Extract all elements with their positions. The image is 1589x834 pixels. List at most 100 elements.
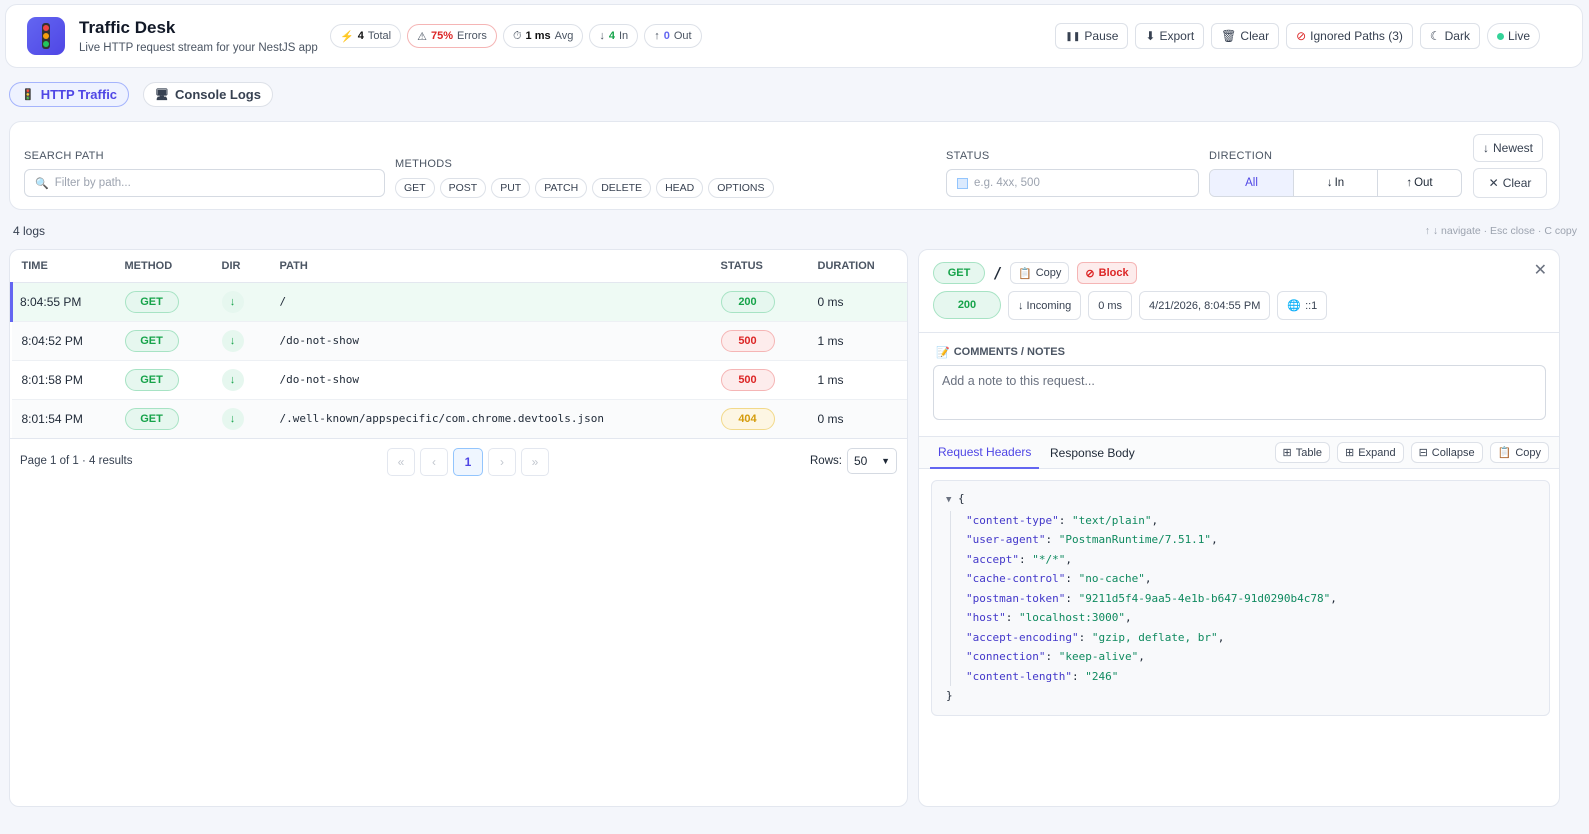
status-badge: 500 — [720, 329, 775, 352]
traffic-light-icon: 🚦 — [21, 89, 35, 101]
method-chip-get[interactable]: GET — [395, 178, 435, 198]
stat-in: ↓ 4 In — [589, 24, 639, 48]
next-page-button[interactable]: › — [488, 448, 516, 476]
notes-icon: 📝 — [936, 347, 950, 359]
column-method[interactable]: METHOD — [114, 250, 212, 283]
notes-textarea[interactable]: Add a note to this request... — [933, 365, 1546, 420]
detail-panel: GET / 📋 Copy ⊘ Block ✕ 200 ↓ Incoming 0 ms… — [918, 249, 1560, 807]
column-time[interactable]: TIME — [11, 250, 115, 283]
direction-in[interactable]: ↓ In — [1294, 170, 1378, 196]
block-button[interactable]: ⊘ Block — [1077, 262, 1137, 284]
direction-out[interactable]: ↑ Out — [1378, 170, 1461, 196]
status-badge: 500 — [720, 368, 775, 391]
stat-total: ⚡ 4 Total — [330, 24, 402, 48]
copy-json-button[interactable]: 📋 Copy — [1489, 442, 1549, 463]
incoming-arrow-icon: ↓ — [221, 290, 244, 313]
json-viewer: ▼ { "content-type": "text/plain", "user-… — [931, 480, 1550, 716]
detail-path: / — [993, 264, 1003, 282]
detail-meta: 200 ↓ Incoming 0 ms 4/21/2026, 8:04:55 P… — [933, 291, 1328, 320]
json-line: "connection": "keep-alive", — [966, 650, 1145, 663]
clipboard-icon: 📋 — [1497, 447, 1512, 459]
pause-button[interactable]: ❚❚ Pause — [1055, 23, 1129, 49]
page-1-button[interactable]: 1 — [453, 448, 483, 476]
column-duration[interactable]: DURATION — [807, 250, 907, 283]
tab-console-logs[interactable]: 🖥 Console Logs — [143, 82, 273, 107]
direction-toggle: All ↓ In ↑ Out — [1209, 169, 1462, 197]
sort-newest-button[interactable]: ↓ Newest — [1473, 134, 1544, 162]
app-header: Traffic Desk Live HTTP request stream fo… — [5, 4, 1583, 68]
live-indicator[interactable]: Live — [1486, 23, 1540, 49]
first-page-button[interactable]: « — [387, 448, 415, 476]
json-line: "host": "localhost:3000", — [966, 611, 1132, 624]
direction-all[interactable]: All — [1210, 170, 1294, 196]
direction-label: DIRECTION — [1209, 150, 1273, 162]
row-path: /.well-known/appspecific/com.chrome.devt… — [269, 399, 711, 439]
json-line: "cache-control": "no-cache", — [966, 572, 1152, 585]
clear-all-button[interactable]: 🗑 Clear — [1211, 23, 1280, 49]
caret-down-icon: ▼ — [946, 495, 952, 505]
row-duration: 1 ms — [807, 321, 907, 361]
search-icon: 🔍 — [35, 177, 49, 190]
notes-label: 📝 COMMENTS / NOTES — [936, 346, 1065, 359]
ignored-paths-button[interactable]: ⊘ Ignored Paths (3) — [1286, 23, 1413, 49]
pagination: Page 1 of 1 · 4 results « ‹ 1 › » Rows: … — [10, 438, 907, 484]
method-chip-head[interactable]: HEAD — [656, 178, 704, 198]
app-subtitle: Live HTTP request stream for your NestJS… — [79, 42, 318, 54]
copy-path-button[interactable]: 📋 Copy — [1010, 262, 1070, 284]
table-view-button[interactable]: ⊞ Table — [1274, 442, 1331, 463]
row-duration: 0 ms — [807, 282, 907, 322]
method-chip-options[interactable]: OPTIONS — [708, 178, 774, 198]
bolt-icon: ⚡ — [340, 30, 354, 43]
detail-tabs-bar: Request Headers Response Body ⊞ Table ⊞ Ex… — [919, 436, 1559, 469]
method-chip-patch[interactable]: PATCH — [535, 178, 588, 198]
stat-avg: ⏱ 1 ms Avg — [502, 24, 584, 48]
row-time: 8:04:52 PM — [11, 321, 115, 361]
table-icon: ⊞ — [1282, 447, 1292, 459]
export-button[interactable]: ⬇ Export — [1135, 23, 1205, 49]
method-chip-put[interactable]: PUT — [491, 178, 531, 198]
table-row[interactable]: 8:04:52 PM GET ↓ /do-not-show 500 1 ms — [11, 321, 907, 361]
detail-timestamp: 4/21/2026, 8:04:55 PM — [1139, 291, 1271, 320]
stat-out: ↑ 0 Out — [644, 24, 702, 48]
log-table: TIME METHOD DIR PATH STATUS DURATION 8:0… — [10, 250, 907, 439]
tab-request-headers[interactable]: Request Headers — [930, 437, 1040, 469]
table-row[interactable]: 8:01:54 PM GET ↓ /.well-known/appspecifi… — [11, 399, 907, 439]
close-icon: ✕ — [1533, 262, 1547, 279]
column-status[interactable]: STATUS — [710, 250, 808, 283]
method-chip-delete[interactable]: DELETE — [592, 178, 652, 198]
method-chip-post[interactable]: POST — [439, 178, 487, 198]
clear-filters-button[interactable]: ✕ Clear — [1473, 168, 1547, 198]
close-icon: ✕ — [1488, 176, 1499, 190]
row-duration: 0 ms — [807, 399, 907, 439]
table-row[interactable]: 8:04:55 PM GET ↓ / 200 0 ms — [10, 282, 907, 322]
collapse-button[interactable]: ⊟ Collapse — [1410, 442, 1483, 463]
table-row[interactable]: 8:01:58 PM GET ↓ /do-not-show 500 1 ms — [11, 360, 907, 400]
header-actions: ❚❚ Pause ⬇ Export 🗑 Clear ⊘ Ignored Paths (3… — [1055, 23, 1540, 49]
search-label: SEARCH PATH — [24, 150, 104, 162]
status-badge: 404 — [720, 407, 775, 430]
dark-mode-button[interactable]: ☾ Dark — [1419, 23, 1480, 49]
search-input[interactable]: 🔍 Filter by path... — [24, 169, 385, 197]
warning-icon: ⚠ — [417, 30, 427, 43]
expand-button[interactable]: ⊞ Expand — [1337, 442, 1404, 463]
row-time: 8:01:58 PM — [11, 360, 115, 400]
pause-icon: ❚❚ — [1065, 30, 1081, 41]
prev-page-button[interactable]: ‹ — [420, 448, 448, 476]
tab-http-traffic[interactable]: 🚦 HTTP Traffic — [9, 82, 130, 107]
json-open[interactable]: ▼ { — [946, 489, 1549, 511]
detail-method-badge: GET — [933, 262, 985, 284]
rows-select[interactable]: 50 ▼ — [847, 448, 897, 474]
stats-bar: ⚡ 4 Total ⚠ 75% Errors ⏱ 1 ms Avg ↓ 4 In ↑ 0 Out — [330, 24, 702, 48]
column-dir[interactable]: DIR — [211, 250, 270, 283]
status-input[interactable]: e.g. 4xx, 500 — [946, 169, 1199, 197]
method-badge: GET — [124, 329, 179, 352]
last-page-button[interactable]: » — [521, 448, 549, 476]
methods-label: METHODS — [395, 158, 453, 170]
arrow-up-icon: ↑ — [1406, 177, 1413, 189]
tab-response-body[interactable]: Response Body — [1042, 437, 1143, 469]
column-path[interactable]: PATH — [269, 250, 711, 283]
close-detail-button[interactable]: ✕ — [1534, 260, 1547, 280]
json-line: "content-type": "text/plain", — [966, 513, 1159, 527]
detail-ip: 🌐::1 — [1277, 291, 1328, 320]
arrow-up-icon: ↑ — [654, 30, 660, 42]
